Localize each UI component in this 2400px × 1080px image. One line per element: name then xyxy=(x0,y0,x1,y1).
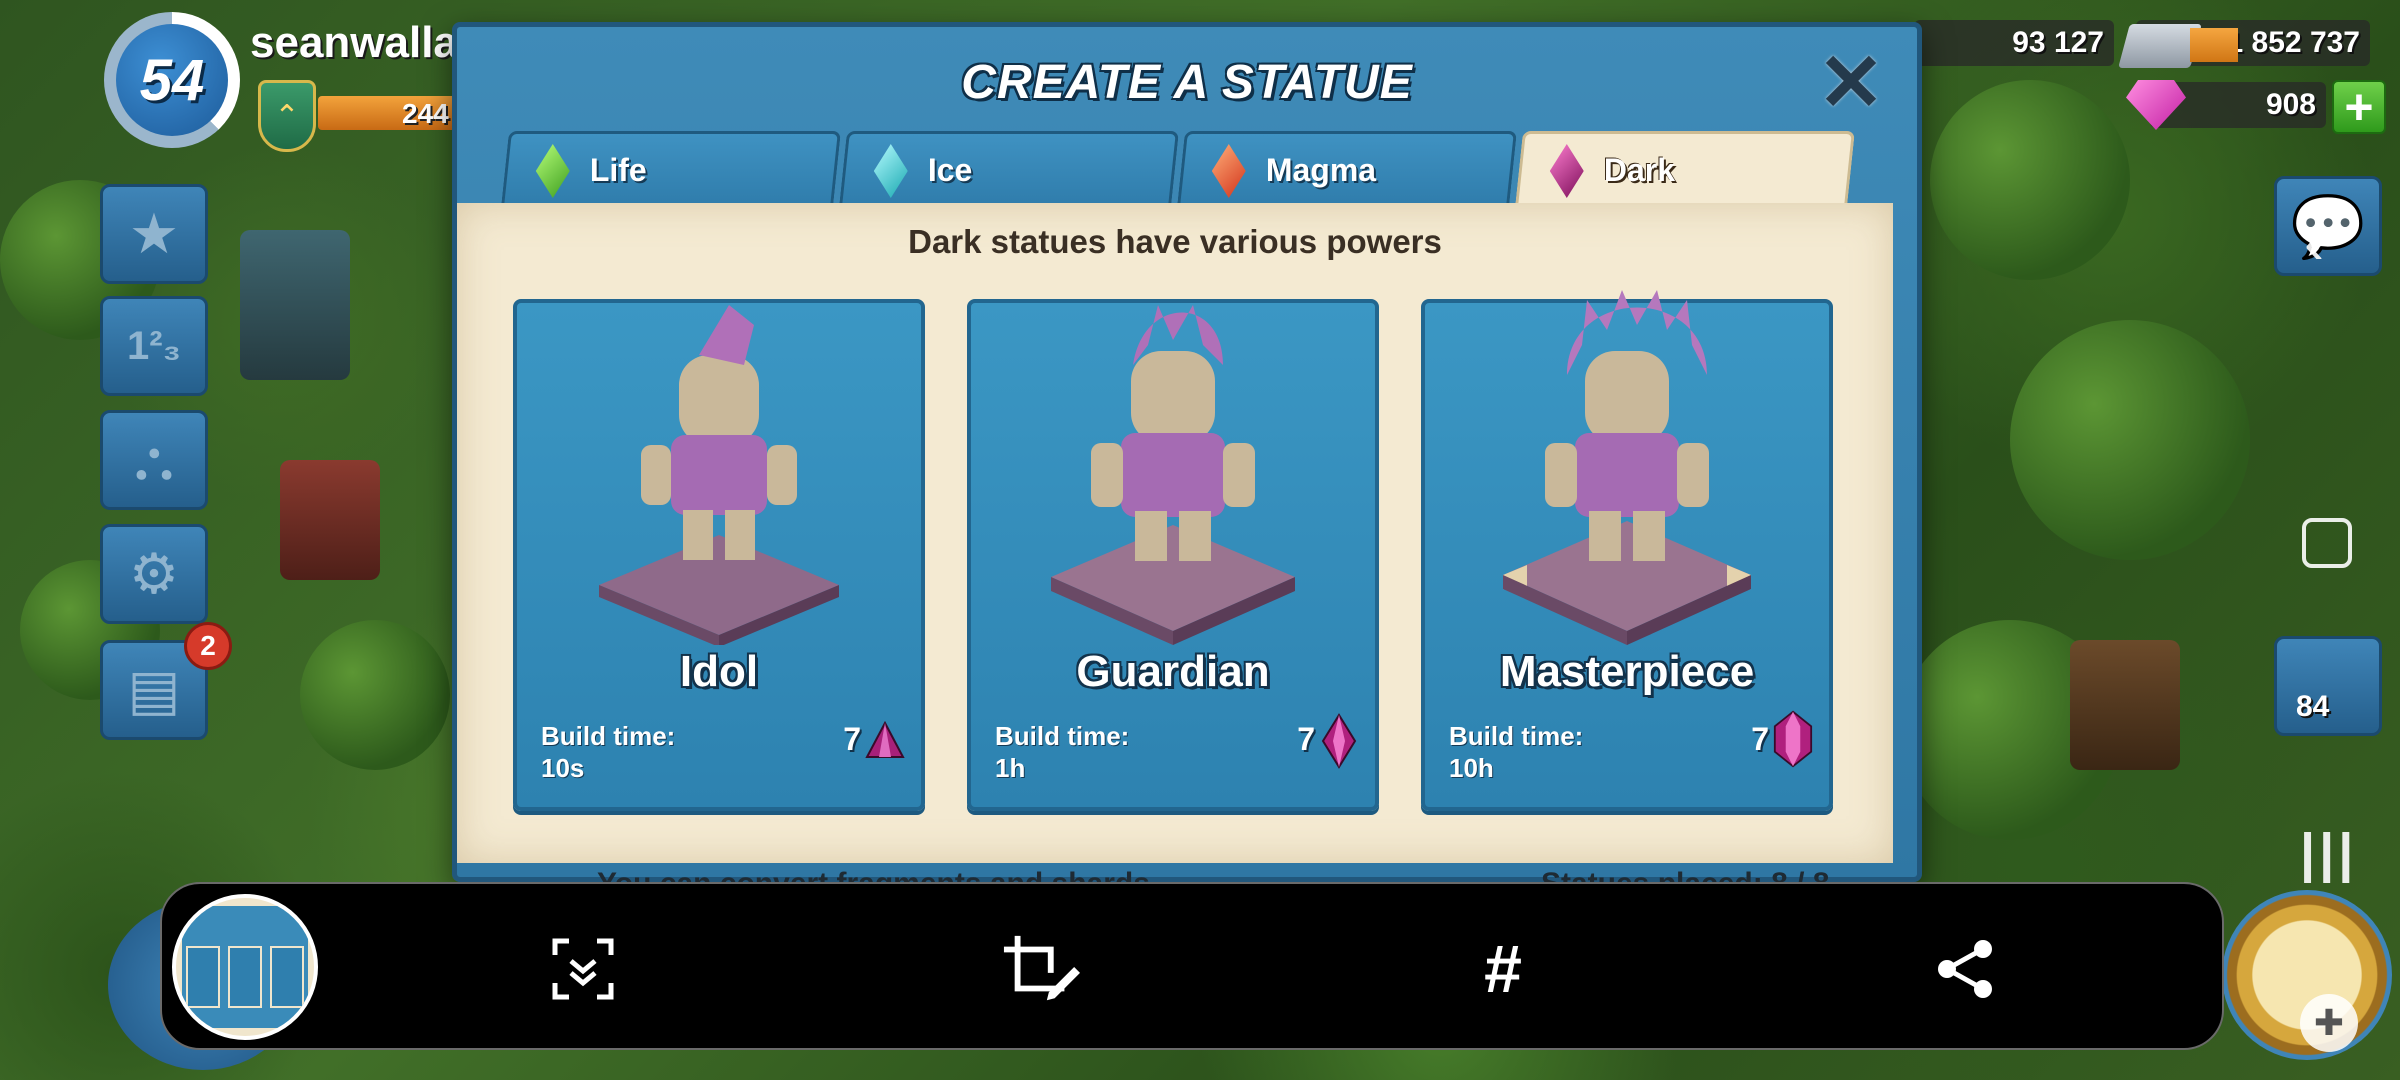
steel-value: 1 852 737 xyxy=(2226,26,2360,59)
statue-name: Guardian xyxy=(1076,647,1270,696)
cost-value: 7 xyxy=(1751,721,1769,757)
star-leaderboard-button[interactable]: ★ xyxy=(100,184,208,284)
tab-life[interactable]: Life xyxy=(501,131,841,207)
dark-gem-icon xyxy=(1550,144,1584,198)
steel-storage-bar xyxy=(2190,28,2238,62)
background-foliage xyxy=(1930,80,2130,280)
dark-crystal-icon xyxy=(1773,710,1813,768)
buy-gems-button[interactable]: + xyxy=(2332,79,2386,135)
dialog-title: CREATE A STATUE xyxy=(961,56,1413,109)
statue-card-masterpiece[interactable]: Masterpiece Build time: 10h 7 xyxy=(1421,290,1833,811)
tab-label: Magma xyxy=(1265,152,1377,188)
gem-value: 908 xyxy=(2265,88,2316,121)
tab-dark[interactable]: Dark xyxy=(1515,131,1855,207)
statue-panel: Dark statues have various powers Idol Bu… xyxy=(457,203,1893,900)
hashtag-icon[interactable]: # xyxy=(1464,930,1542,1008)
build-time-label: Build time: xyxy=(1449,721,1584,751)
thumbnail-card xyxy=(228,946,262,1008)
cost-value: 7 xyxy=(843,721,861,757)
cost-value: 7 xyxy=(1297,721,1315,757)
gold-counter: 93 127 xyxy=(1914,20,2114,66)
magma-gem-icon xyxy=(1212,144,1246,198)
thumbnail-image xyxy=(182,906,308,1028)
statue-card-idol[interactable]: Idol Build time: 10s 7 xyxy=(513,299,925,811)
gold-value: 93 127 xyxy=(2012,26,2104,59)
ranking-button[interactable]: 1²₃ xyxy=(100,296,208,396)
system-back-icon[interactable]: ‹ xyxy=(2304,208,2324,277)
system-recents-icon[interactable] xyxy=(2302,518,2352,568)
ice-gem-icon xyxy=(874,144,908,198)
build-time-value: 10h xyxy=(1449,753,1494,783)
build-time-label: Build time: xyxy=(541,721,676,751)
troop-count: 84 xyxy=(2296,690,2330,723)
rank-value: 244 xyxy=(402,98,449,129)
chat-button[interactable]: 💬 xyxy=(2274,176,2382,276)
close-icon[interactable]: ✕ xyxy=(1815,43,1887,123)
background-foliage xyxy=(300,620,450,770)
scroll-capture-icon-graphic xyxy=(552,938,614,1000)
thumbnail-card xyxy=(270,946,304,1008)
player-name: seanwalla xyxy=(250,18,458,67)
gear-icon: ⚙ xyxy=(128,542,180,605)
panel-subtitle: Dark statues have various powers xyxy=(908,223,1442,260)
system-menu-icon[interactable]: ||| xyxy=(2300,822,2357,884)
chat-bubble-icon: 💬 xyxy=(2290,192,2366,260)
build-time-value: 1h xyxy=(995,753,1026,783)
statue-name: Masterpiece xyxy=(1499,647,1755,696)
build-time-value: 10s xyxy=(541,753,585,783)
guardian-statue-image xyxy=(1051,305,1295,645)
newspaper-icon: ▤ xyxy=(127,658,181,721)
tab-label: Dark xyxy=(1603,152,1675,188)
life-gem-icon xyxy=(536,144,570,198)
thumbnail-card xyxy=(186,946,220,1008)
scroll-capture-icon[interactable] xyxy=(544,930,622,1008)
stars-icon: ★ xyxy=(128,202,180,265)
share-icon[interactable] xyxy=(1926,930,2004,1008)
create-statue-dialog: CREATE A STATUE ✕ Life Ice Magma Dark Da… xyxy=(452,22,1922,900)
tab-label: Ice xyxy=(927,152,973,188)
background-building xyxy=(240,230,350,380)
tab-magma[interactable]: Magma xyxy=(1177,131,1517,207)
news-count-badge: 2 xyxy=(184,622,232,670)
player-level-badge[interactable]: 54 xyxy=(104,12,240,148)
task-force-button[interactable]: ⛬ xyxy=(100,410,208,510)
game-controller-icon[interactable]: ✚ xyxy=(2300,994,2358,1052)
podium-icon: 1²₃ xyxy=(126,323,182,368)
statue-name: Idol xyxy=(679,647,759,696)
background-building xyxy=(2070,640,2180,770)
group-icon: ⛬ xyxy=(134,427,174,491)
plus-icon: + xyxy=(2344,79,2374,135)
dark-shard-icon xyxy=(1321,713,1357,769)
screenshot-preview-thumbnail[interactable] xyxy=(172,894,318,1040)
dark-fragment-icon xyxy=(865,721,905,758)
settings-button[interactable]: ⚙ xyxy=(100,524,208,624)
screenshot-toolbar: # xyxy=(160,882,2224,1050)
crop-edit-icon[interactable] xyxy=(1002,930,1080,1008)
build-time-label: Build time: xyxy=(995,721,1130,751)
share-icon-graphic xyxy=(1938,940,1992,998)
masterpiece-statue-image xyxy=(1503,290,1751,645)
background-building xyxy=(280,460,380,580)
background-foliage xyxy=(2010,320,2250,560)
statue-card-guardian[interactable]: Guardian Build time: 1h 7 xyxy=(967,299,1379,811)
rank-chevron-icon[interactable]: ⌃ xyxy=(258,80,316,152)
crop-edit-icon-graphic xyxy=(1003,935,1080,1001)
player-level-value: 54 xyxy=(116,24,228,136)
tab-label: Life xyxy=(589,152,647,188)
tab-ice[interactable]: Ice xyxy=(839,131,1179,207)
idol-statue-image xyxy=(599,305,839,645)
